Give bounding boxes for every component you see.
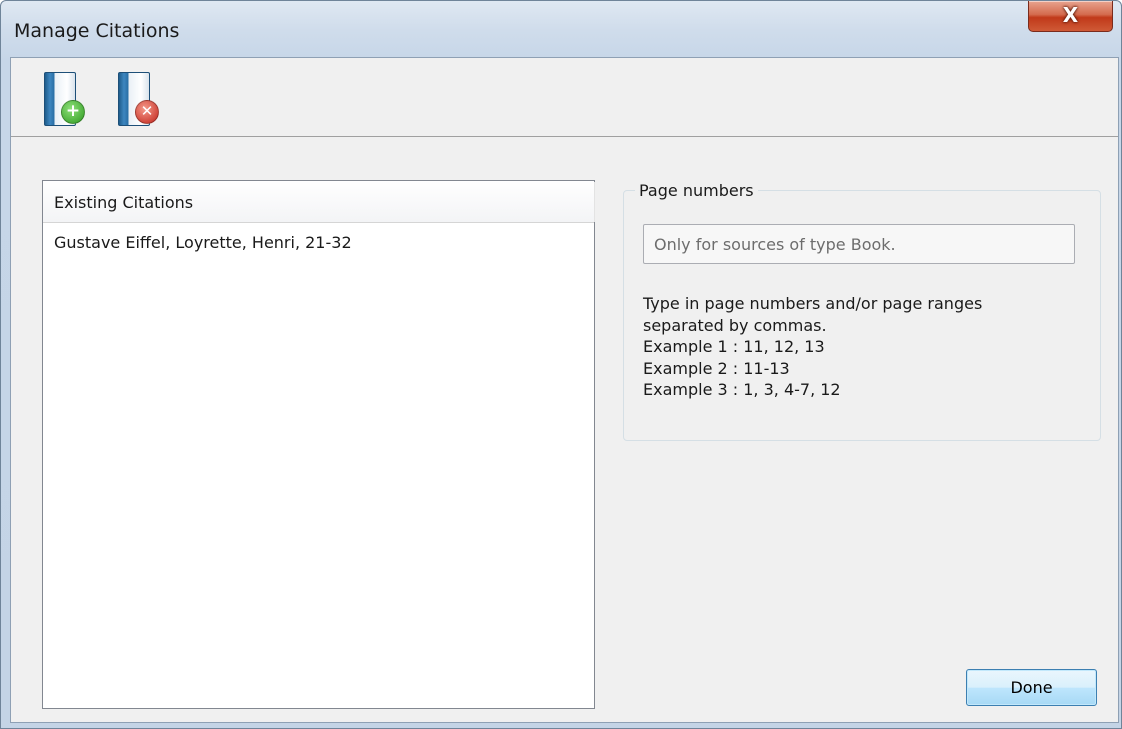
group-legend: Page numbers	[635, 181, 758, 200]
help-line: Example 2 : 11-13	[643, 358, 790, 378]
help-line: Example 1 : 11, 12, 13	[643, 337, 825, 356]
dialog-body: + ✕ Existing Citations Gustave Eiffel, L…	[10, 57, 1119, 723]
help-line: separated by commas.	[643, 315, 827, 335]
close-icon: X	[1062, 3, 1079, 27]
help-text: Type in page numbers and/or page ranges …	[643, 293, 982, 401]
add-citation-button[interactable]: +	[41, 70, 85, 128]
add-icon: +	[61, 100, 85, 124]
column-header-label: Existing Citations	[54, 193, 194, 212]
list-item[interactable]: Gustave Eiffel, Loyrette, Henri, 21-32	[43, 223, 594, 257]
page-numbers-input[interactable]	[643, 224, 1075, 264]
help-line: Example 3 : 1, 3, 4-7, 12	[643, 380, 841, 399]
remove-icon: ✕	[135, 100, 159, 124]
manage-citations-window: Manage Citations X + ✕ Existing Citation…	[0, 0, 1122, 729]
column-divider	[594, 182, 595, 222]
title-bar[interactable]: Manage Citations X	[1, 1, 1121, 55]
list-column-header[interactable]: Existing Citations	[43, 181, 595, 223]
done-button[interactable]: Done	[966, 669, 1097, 706]
page-numbers-group: Page numbers Type in page numbers and/or…	[623, 181, 1101, 441]
close-button[interactable]: X	[1028, 1, 1113, 32]
remove-citation-button[interactable]: ✕	[115, 70, 159, 128]
window-title: Manage Citations	[14, 20, 180, 42]
help-line: Type in page numbers and/or page ranges	[643, 294, 983, 313]
toolbar: + ✕	[11, 58, 1118, 137]
existing-citations-list[interactable]: Existing Citations Gustave Eiffel, Loyre…	[42, 180, 595, 709]
